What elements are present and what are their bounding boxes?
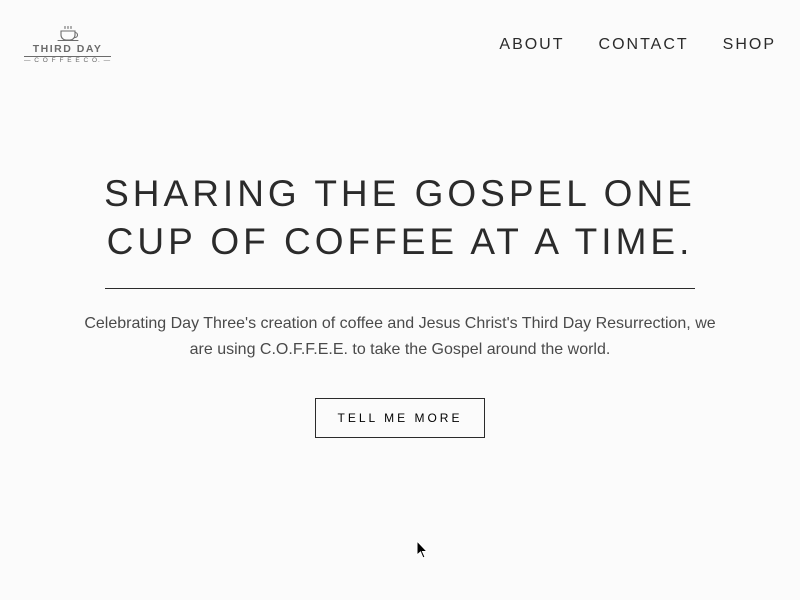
nav-shop[interactable]: SHOP [723, 36, 776, 54]
hero-tagline: Celebrating Day Three's creation of coff… [80, 311, 720, 362]
hero-headline: SHARING THE GOSPEL ONE CUP OF COFFEE AT … [60, 170, 740, 266]
mouse-cursor-icon [416, 540, 430, 560]
tell-me-more-button[interactable]: TELL ME MORE [315, 398, 486, 438]
hero-section: SHARING THE GOSPEL ONE CUP OF COFFEE AT … [0, 170, 800, 438]
nav-about[interactable]: ABOUT [499, 36, 564, 54]
nav-contact[interactable]: CONTACT [599, 36, 689, 54]
hero-divider [105, 288, 695, 289]
primary-nav: ABOUT CONTACT SHOP [499, 36, 776, 54]
brand-logo[interactable]: THIRD DAY — C O F F E E C O. — [24, 26, 111, 64]
brand-line1: THIRD DAY [33, 44, 103, 55]
site-header: THIRD DAY — C O F F E E C O. — ABOUT CON… [0, 0, 800, 90]
brand-line2: — C O F F E E C O. — [24, 56, 111, 65]
coffee-cup-icon [55, 26, 81, 42]
